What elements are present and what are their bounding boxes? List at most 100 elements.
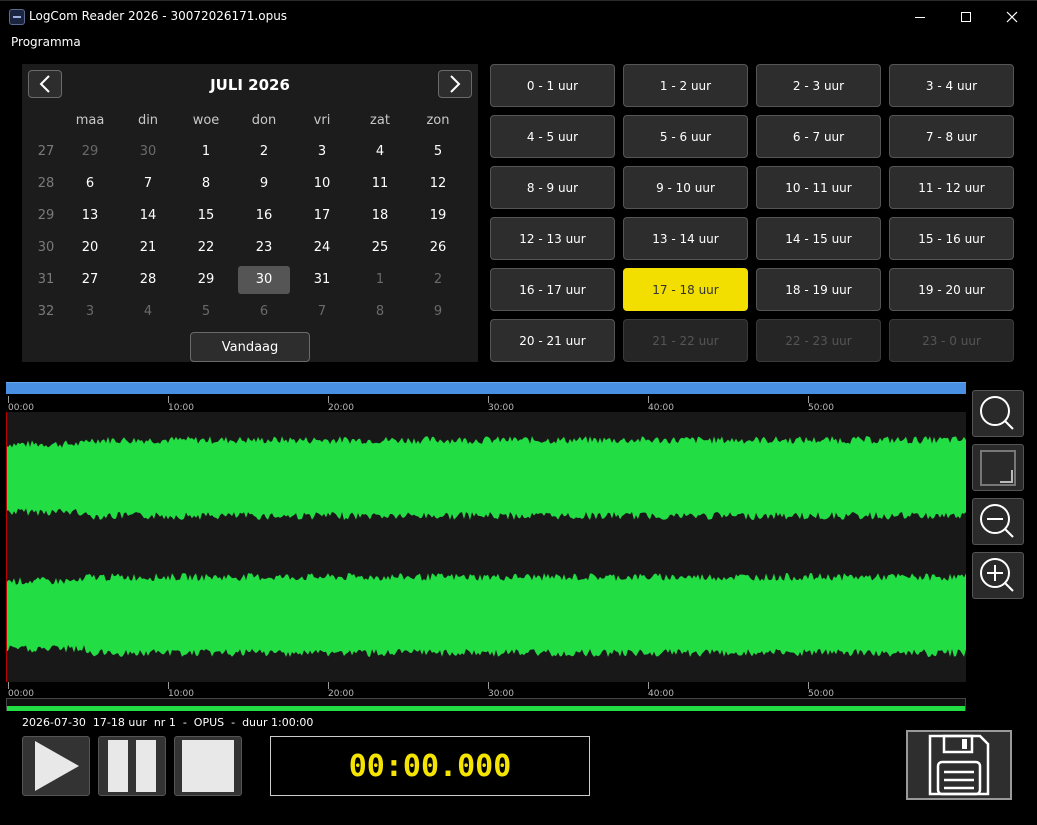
- timeline-tick: [808, 682, 809, 689]
- calendar-day[interactable]: 10: [296, 170, 348, 198]
- stop-icon: [182, 740, 234, 792]
- hour-button[interactable]: 16 - 17 uur: [490, 268, 615, 311]
- calendar-day[interactable]: 7: [296, 298, 348, 326]
- weekday-header: maa: [75, 113, 105, 128]
- hour-button[interactable]: 5 - 6 uur: [623, 115, 748, 158]
- pause-button[interactable]: [98, 736, 166, 796]
- waveform-display[interactable]: [6, 412, 966, 682]
- hour-button[interactable]: 13 - 14 uur: [623, 217, 748, 260]
- calendar-day[interactable]: 5: [412, 138, 464, 166]
- calendar-day[interactable]: 29: [64, 138, 116, 166]
- calendar-day[interactable]: 11: [354, 170, 406, 198]
- hour-button: 21 - 22 uur: [623, 319, 748, 362]
- hour-button[interactable]: 12 - 13 uur: [490, 217, 615, 260]
- hour-button[interactable]: 3 - 4 uur: [889, 64, 1014, 107]
- weekday-header: din: [137, 113, 159, 128]
- menu-programma[interactable]: Programma: [11, 35, 81, 49]
- calendar-day[interactable]: 21: [122, 234, 174, 262]
- hour-button[interactable]: 14 - 15 uur: [756, 217, 881, 260]
- calendar-day[interactable]: 6: [238, 298, 290, 326]
- hour-button[interactable]: 20 - 21 uur: [490, 319, 615, 362]
- calendar-day[interactable]: 12: [412, 170, 464, 198]
- hour-button[interactable]: 6 - 7 uur: [756, 115, 881, 158]
- hour-button[interactable]: 0 - 1 uur: [490, 64, 615, 107]
- overview-graph: [7, 706, 965, 711]
- calendar-day-selected[interactable]: 30: [238, 266, 290, 294]
- calendar-day[interactable]: 15: [180, 202, 232, 230]
- waveform-overview[interactable]: [6, 698, 966, 711]
- calendar-day[interactable]: 30: [122, 138, 174, 166]
- calendar-day[interactable]: 9: [238, 170, 290, 198]
- zoom-out-button[interactable]: [972, 498, 1024, 545]
- overview-waveform: [7, 706, 965, 711]
- calendar-day[interactable]: 29: [180, 266, 232, 294]
- hour-button[interactable]: 7 - 8 uur: [889, 115, 1014, 158]
- file-info: 2026-07-30 17-18 uur nr 1 - OPUS - duur …: [22, 716, 314, 729]
- calendar-day[interactable]: 4: [354, 138, 406, 166]
- week-number: 29: [37, 208, 55, 223]
- calendar-day[interactable]: 28: [122, 266, 174, 294]
- week-number: 32: [37, 304, 55, 319]
- hour-button[interactable]: 2 - 3 uur: [756, 64, 881, 107]
- hour-button[interactable]: 11 - 12 uur: [889, 166, 1014, 209]
- calendar-day[interactable]: 6: [64, 170, 116, 198]
- calendar-day[interactable]: 7: [122, 170, 174, 198]
- calendar-day[interactable]: 16: [238, 202, 290, 230]
- calendar-day[interactable]: 13: [64, 202, 116, 230]
- zoom-fit-icon: [980, 449, 1016, 486]
- close-button[interactable]: [989, 1, 1035, 33]
- time-display: 00:00.000: [270, 736, 590, 796]
- hour-button[interactable]: 19 - 20 uur: [889, 268, 1014, 311]
- hour-button[interactable]: 18 - 19 uur: [756, 268, 881, 311]
- calendar-day[interactable]: 3: [296, 138, 348, 166]
- calendar-day[interactable]: 31: [296, 266, 348, 294]
- hour-button[interactable]: 17 - 18 uur: [623, 268, 748, 311]
- calendar-day[interactable]: 25: [354, 234, 406, 262]
- play-button[interactable]: [22, 736, 90, 796]
- save-button[interactable]: [906, 730, 1012, 800]
- timeline-tick: [328, 396, 329, 403]
- timeline-tick: [488, 396, 489, 403]
- calendar-day[interactable]: 27: [64, 266, 116, 294]
- calendar-day[interactable]: 23: [238, 234, 290, 262]
- hour-button[interactable]: 10 - 11 uur: [756, 166, 881, 209]
- hour-button[interactable]: 4 - 5 uur: [490, 115, 615, 158]
- timeline-tick: [168, 682, 169, 689]
- next-month-button[interactable]: [438, 70, 472, 98]
- calendar-day[interactable]: 17: [296, 202, 348, 230]
- calendar-day[interactable]: 18: [354, 202, 406, 230]
- calendar-day[interactable]: 24: [296, 234, 348, 262]
- zoom-fit-button[interactable]: [972, 444, 1024, 491]
- today-button[interactable]: Vandaag: [190, 332, 310, 362]
- hour-button[interactable]: 1 - 2 uur: [623, 64, 748, 107]
- calendar-day[interactable]: 1: [354, 266, 406, 294]
- calendar-day[interactable]: 9: [412, 298, 464, 326]
- zoom-in-button[interactable]: [972, 552, 1024, 599]
- calendar-day[interactable]: 19: [412, 202, 464, 230]
- calendar-day[interactable]: 4: [122, 298, 174, 326]
- maximize-button[interactable]: [943, 1, 989, 33]
- waveform-scrollbar[interactable]: [6, 382, 966, 394]
- calendar-day[interactable]: 2: [412, 266, 464, 294]
- calendar-day[interactable]: 26: [412, 234, 464, 262]
- calendar-day[interactable]: 8: [180, 170, 232, 198]
- zoom-button[interactable]: [972, 390, 1024, 437]
- hour-button[interactable]: 8 - 9 uur: [490, 166, 615, 209]
- calendar-day[interactable]: 5: [180, 298, 232, 326]
- playback-cursor[interactable]: [6, 412, 7, 682]
- weekday-header: vri: [313, 113, 331, 128]
- calendar-day[interactable]: 2: [238, 138, 290, 166]
- hour-button: 22 - 23 uur: [756, 319, 881, 362]
- hour-button[interactable]: 15 - 16 uur: [889, 217, 1014, 260]
- calendar-day[interactable]: 3: [64, 298, 116, 326]
- calendar-day[interactable]: 20: [64, 234, 116, 262]
- calendar-day[interactable]: 22: [180, 234, 232, 262]
- calendar-day[interactable]: 8: [354, 298, 406, 326]
- calendar-day[interactable]: 14: [122, 202, 174, 230]
- minimize-button[interactable]: [897, 1, 943, 33]
- calendar-day[interactable]: 1: [180, 138, 232, 166]
- chevron-right-icon: [450, 75, 461, 93]
- stop-button[interactable]: [174, 736, 242, 796]
- weekday-header: zat: [370, 113, 390, 128]
- hour-button[interactable]: 9 - 10 uur: [623, 166, 748, 209]
